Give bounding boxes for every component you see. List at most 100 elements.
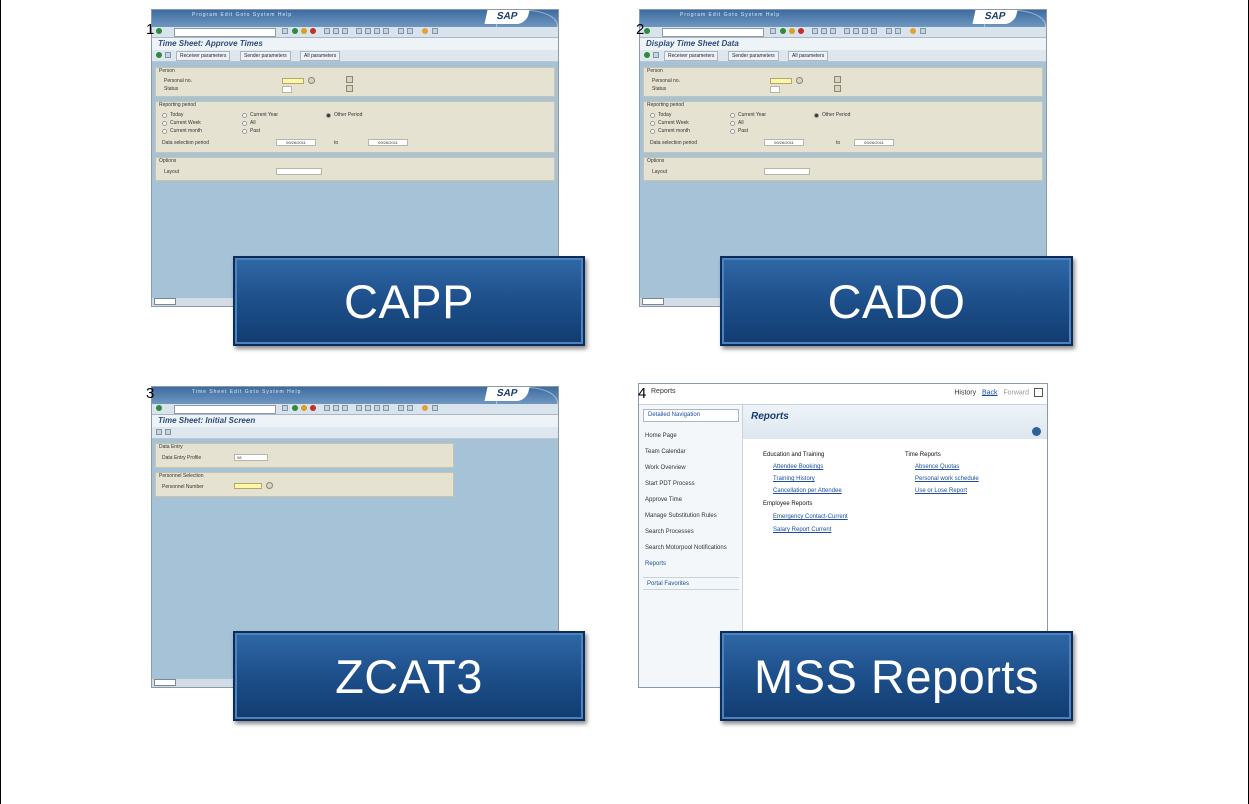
receiver-parameters-button[interactable]: Receiver parameters (176, 51, 231, 61)
last-page-icon[interactable] (871, 28, 877, 34)
help-icon[interactable] (422, 28, 428, 34)
first-page-icon[interactable] (356, 28, 362, 34)
save-icon[interactable] (282, 405, 288, 411)
radio-other-period[interactable] (326, 113, 331, 118)
radio-current-month[interactable] (650, 129, 655, 134)
date-from-input[interactable]: 09/26/2011 (276, 139, 316, 146)
date-from-input[interactable]: 09/26/2011 (764, 139, 804, 146)
menu-bar[interactable]: Program Edit Goto System Help (680, 12, 780, 18)
execute-icon[interactable] (644, 52, 650, 58)
close-icon[interactable] (1034, 388, 1043, 397)
sender-parameters-button[interactable]: Sender parameters (728, 51, 779, 61)
radio-all[interactable] (730, 121, 735, 126)
salary-report-link[interactable]: Salary Report Current (773, 527, 831, 533)
find-next-icon[interactable] (342, 28, 348, 34)
exit-icon[interactable] (789, 28, 795, 34)
training-history-link[interactable]: Training History (773, 476, 815, 482)
back-icon[interactable] (292, 405, 298, 411)
radio-current-week[interactable] (650, 121, 655, 126)
nav-item-home-page[interactable]: Home Page (645, 433, 677, 439)
save-icon[interactable] (770, 28, 776, 34)
enter-icon[interactable] (156, 28, 162, 34)
find-icon[interactable] (821, 28, 827, 34)
date-to-input[interactable]: 09/26/2011 (854, 139, 894, 146)
shortcut-icon[interactable] (407, 28, 413, 34)
next-page-icon[interactable] (862, 28, 868, 34)
multiple-selection-icon[interactable] (308, 77, 315, 84)
portal-favorites[interactable]: Portal Favorites (643, 577, 739, 590)
personal-no-input[interactable] (770, 78, 792, 84)
exit-icon[interactable] (301, 28, 307, 34)
enter-icon[interactable] (156, 405, 162, 411)
find-icon[interactable] (333, 405, 339, 411)
nav-item-approve-time[interactable]: Approve Time (645, 497, 682, 503)
radio-current-week[interactable] (162, 121, 167, 126)
arrow-button[interactable] (834, 76, 841, 83)
change-icon[interactable] (156, 429, 162, 435)
use-or-lose-report-link[interactable]: Use or Lose Report (915, 488, 967, 494)
find-next-icon[interactable] (342, 405, 348, 411)
nav-item-manage-substitution-rules[interactable]: Manage Substitution Rules (645, 513, 717, 519)
new-session-icon[interactable] (886, 28, 892, 34)
status-input[interactable] (282, 86, 292, 93)
absence-quotas-link[interactable]: Absence Quotas (915, 464, 959, 470)
last-page-icon[interactable] (383, 405, 389, 411)
first-page-icon[interactable] (356, 405, 362, 411)
nav-item-work-overview[interactable]: Work Overview (645, 465, 686, 471)
help-icon[interactable] (910, 28, 916, 34)
print-icon[interactable] (324, 28, 330, 34)
radio-other-period[interactable] (814, 113, 819, 118)
all-parameters-button[interactable]: All parameters (788, 51, 829, 61)
radio-current-year[interactable] (730, 113, 735, 118)
find-icon[interactable] (333, 28, 339, 34)
cancellation-per-attendee-link[interactable]: Cancellation per Attendee (773, 488, 842, 494)
arrow-button[interactable] (346, 85, 353, 92)
layout-menu-icon[interactable] (432, 28, 438, 34)
radio-past[interactable] (730, 129, 735, 134)
menu-bar[interactable]: Program Edit Goto System Help (192, 12, 292, 18)
nav-item-start-pdt-process[interactable]: Start PDT Process (645, 481, 695, 487)
arrow-button[interactable] (834, 85, 841, 92)
radio-today[interactable] (162, 113, 167, 118)
help-icon[interactable] (1032, 427, 1041, 436)
multiple-selection-icon[interactable] (796, 77, 803, 84)
command-field[interactable] (174, 28, 276, 37)
execute-icon[interactable] (156, 52, 162, 58)
date-to-input[interactable]: 09/26/2011 (368, 139, 408, 146)
layout-input[interactable] (276, 168, 322, 175)
personal-work-schedule-link[interactable]: Personal work schedule (915, 476, 979, 482)
variant-icon[interactable] (165, 52, 171, 58)
nav-item-search-processes[interactable]: Search Processes (645, 529, 694, 535)
menu-bar[interactable]: Time Sheet Edit Goto System Help (192, 389, 301, 395)
first-page-icon[interactable] (844, 28, 850, 34)
back-link[interactable]: Back (982, 389, 998, 396)
nav-item-search-motorpool-notifications[interactable]: Search Motorpool Notifications (645, 545, 727, 551)
nav-item-team-calendar[interactable]: Team Calendar (645, 449, 686, 455)
print-icon[interactable] (324, 405, 330, 411)
prev-page-icon[interactable] (853, 28, 859, 34)
last-page-icon[interactable] (383, 28, 389, 34)
command-field[interactable] (174, 405, 276, 414)
help-icon[interactable] (422, 405, 428, 411)
shortcut-icon[interactable] (895, 28, 901, 34)
cancel-icon[interactable] (798, 28, 804, 34)
find-next-icon[interactable] (830, 28, 836, 34)
attendee-bookings-link[interactable]: Attendee Bookings (773, 464, 823, 470)
status-input[interactable] (770, 86, 780, 93)
profile-input[interactable]: 08 (234, 454, 268, 461)
layout-menu-icon[interactable] (432, 405, 438, 411)
new-session-icon[interactable] (398, 405, 404, 411)
next-page-icon[interactable] (374, 28, 380, 34)
radio-past[interactable] (242, 129, 247, 134)
sender-parameters-button[interactable]: Sender parameters (240, 51, 291, 61)
nav-item-reports[interactable]: Reports (645, 561, 666, 567)
layout-menu-icon[interactable] (920, 28, 926, 34)
radio-current-month[interactable] (162, 129, 167, 134)
enter-icon[interactable] (644, 28, 650, 34)
new-session-icon[interactable] (398, 28, 404, 34)
detailed-navigation-header[interactable]: Detailed Navigation (643, 409, 739, 422)
all-parameters-button[interactable]: All parameters (300, 51, 341, 61)
radio-today[interactable] (650, 113, 655, 118)
cancel-icon[interactable] (310, 28, 316, 34)
emergency-contact-link[interactable]: Emergency Contact-Current (773, 514, 848, 520)
